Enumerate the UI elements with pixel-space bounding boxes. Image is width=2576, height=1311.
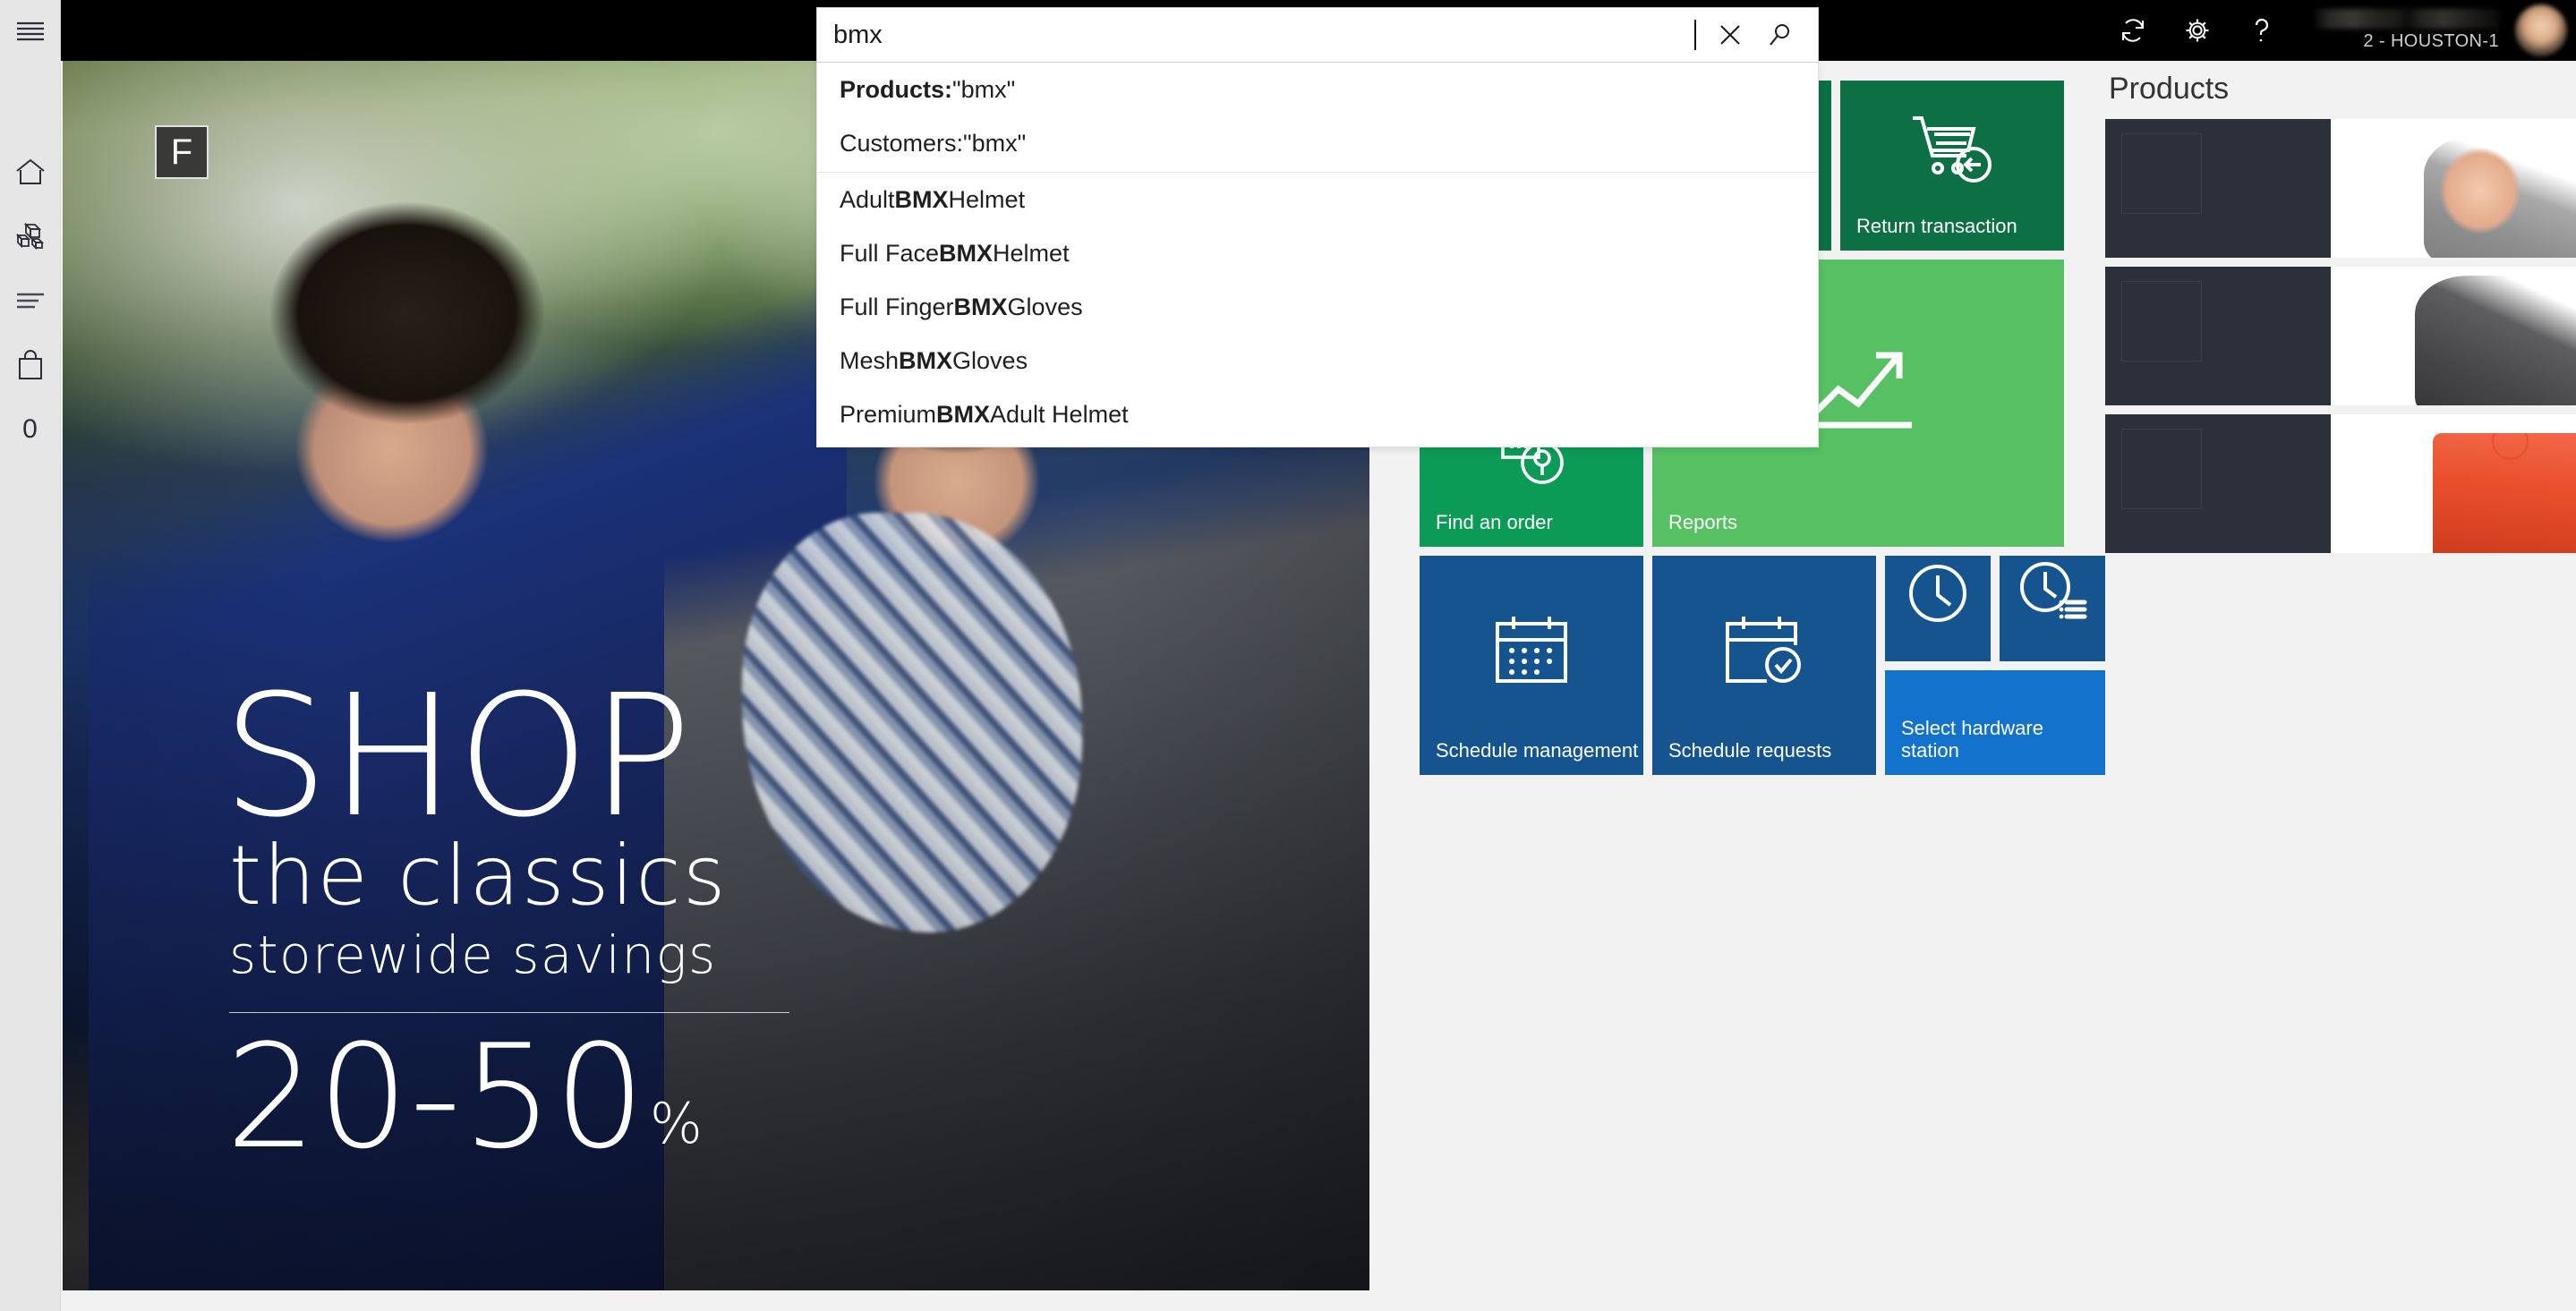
cart-count[interactable]: 0 [0, 397, 61, 462]
tile-clock[interactable] [1885, 556, 1991, 661]
tile-label: Return transaction [1856, 215, 2017, 238]
sidebar-item-transactions[interactable] [0, 268, 61, 333]
category-monogram [2121, 429, 2202, 509]
products-panel: Products [2105, 61, 2576, 562]
tile-label: Find an order [1436, 511, 1553, 534]
category-tile [2105, 414, 2331, 553]
header-actions: 2 - HOUSTON-1 [2101, 0, 2576, 61]
search-suggestions-dropdown[interactable]: Products: "bmx" Customers: "bmx" Adult BMX… [816, 63, 1819, 447]
help-icon[interactable] [2230, 0, 2294, 61]
category-monogram [2121, 133, 2202, 214]
tile-label: Schedule management [1436, 739, 1639, 762]
refresh-icon[interactable] [2101, 0, 2165, 61]
products-panel-title: Products [2109, 72, 2230, 106]
search-suggestion-full-finger-bmx-gloves[interactable]: Full Finger BMX Gloves [817, 280, 1818, 334]
product-category-list [2105, 119, 2576, 553]
search-icon[interactable] [1755, 7, 1805, 63]
user-name [2316, 9, 2499, 29]
category-monogram [2121, 281, 2202, 362]
calendar-icon [1420, 556, 1643, 745]
search-input[interactable] [817, 8, 1705, 62]
avatar[interactable] [2515, 4, 2567, 56]
clock-icon [1885, 556, 1991, 631]
womens-image [2331, 119, 2576, 258]
product-category-card-mens[interactable] [2105, 267, 2576, 405]
hero-discount: 20-50% [222, 1026, 795, 1169]
search-bar[interactable] [816, 7, 1819, 63]
sidebar-item-home[interactable] [0, 140, 61, 204]
category-tile [2105, 267, 2331, 405]
clock-list-icon [2000, 556, 2105, 631]
return-cart-icon [1840, 81, 2064, 220]
search-suggestion-premium-bmx-adult-helmet[interactable]: Premium BMX Adult Helmet [817, 387, 1818, 441]
left-navigation-rail: 0 [0, 0, 61, 1311]
category-tile [2105, 119, 2331, 258]
tile-label: Reports [1668, 511, 1738, 534]
cart-count-value: 0 [22, 414, 38, 444]
sidebar-item-cart[interactable] [0, 333, 61, 397]
gear-icon[interactable] [2165, 0, 2230, 61]
mens-image [2331, 267, 2576, 405]
hero-copy: SHOP the classics storewide savings 20-5… [222, 658, 795, 1169]
search-suggestion-mesh-bmx-gloves[interactable]: Mesh BMX Gloves [817, 334, 1818, 387]
tile-label: Select hardware station [1901, 716, 2043, 762]
hero-subhead: the classics [229, 827, 728, 924]
search-suggestion-adult-bmx-helmet[interactable]: Adult BMX Helmet [817, 173, 1818, 226]
store-label: 2 - HOUSTON-1 [2363, 31, 2499, 51]
product-category-card-womens[interactable] [2105, 119, 2576, 258]
hero-discount-value: 20-50 [226, 1013, 646, 1180]
hero-tagline: storewide savings [229, 924, 717, 985]
brand-logo: F [155, 125, 209, 179]
sidebar-item-products[interactable] [0, 204, 61, 268]
hero-percent-sign: % [649, 1091, 704, 1156]
tile-select-hardware-station[interactable]: Select hardware station [1885, 670, 2105, 775]
tile-clock-list[interactable] [2000, 556, 2105, 661]
calendar-check-icon [1652, 556, 1876, 745]
close-icon[interactable] [1705, 7, 1755, 63]
product-category-card-accessories[interactable] [2105, 414, 2576, 553]
user-info[interactable]: 2 - HOUSTON-1 [2294, 0, 2515, 61]
search-scope-products[interactable]: Products: "bmx" [817, 63, 1818, 116]
hamburger-menu-icon[interactable] [0, 0, 61, 61]
tile-return-transaction[interactable]: Return transaction [1840, 81, 2064, 251]
tile-label: Schedule requests [1668, 739, 1832, 762]
search-scope-customers[interactable]: Customers: "bmx" [817, 116, 1818, 170]
text-caret [1694, 20, 1696, 50]
pos-home-screen: 0 F SHOP the classics storewide savings … [0, 0, 2576, 1311]
tile-schedule-requests[interactable]: Schedule requests [1652, 556, 1876, 775]
hero-headline: SHOP [222, 658, 694, 855]
tile-schedule-management[interactable]: Schedule management [1420, 556, 1643, 775]
accessories-image [2331, 414, 2576, 553]
search-suggestion-full-face-bmx-helmet[interactable]: Full Face BMX Helmet [817, 226, 1818, 280]
